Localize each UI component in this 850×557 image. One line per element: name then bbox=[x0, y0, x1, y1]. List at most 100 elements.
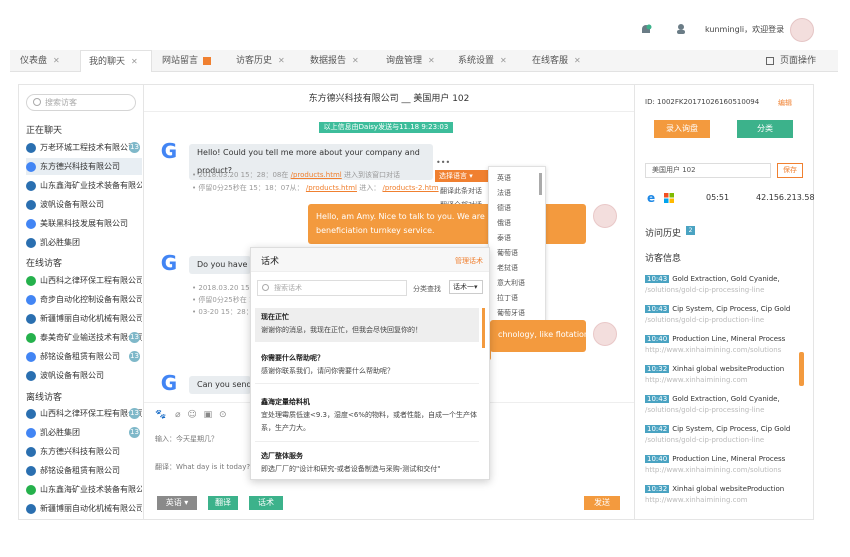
tab-system-settings[interactable]: 系统设置 ✕ bbox=[458, 50, 522, 72]
tab-visitor-history[interactable]: 访客历史 ✕ bbox=[236, 50, 300, 72]
language-option[interactable]: 老挝语 bbox=[497, 263, 518, 273]
visit-log-item[interactable]: 10:42 Cip System, Cip Process, Cip Gold/s… bbox=[645, 424, 805, 446]
language-option[interactable]: 英语 bbox=[497, 173, 511, 183]
phrase-item[interactable]: 选厂整体服务 即选厂厂的"设计和研究-或者设备制造与采购-测试和交付" bbox=[255, 448, 479, 478]
tab-dashboard[interactable]: 仪表盘 ✕ bbox=[20, 50, 76, 72]
phrases-button[interactable]: 话术 bbox=[249, 496, 283, 510]
paw-icon[interactable]: 🐾 bbox=[155, 410, 166, 420]
history-icon[interactable]: ⊙ bbox=[219, 410, 227, 420]
visitor-item[interactable]: 美联黑科技发展有限公司 bbox=[26, 215, 142, 232]
phrase-item[interactable]: 你需要什么帮助呢？ 感谢你联系我们，请问你需要什么帮助呢？ bbox=[255, 350, 479, 384]
language-option[interactable]: 泰语 bbox=[497, 233, 511, 243]
page-link[interactable]: /products.html bbox=[306, 184, 357, 192]
translate-this-option[interactable]: 翻译此条对话 bbox=[440, 186, 482, 197]
notification-icon[interactable] bbox=[640, 24, 652, 36]
language-option[interactable]: 法语 bbox=[497, 188, 511, 198]
edit-link[interactable]: 编辑 bbox=[778, 98, 792, 108]
more-icon[interactable]: ••• bbox=[436, 158, 450, 167]
language-option[interactable]: 德语 bbox=[497, 203, 511, 213]
phrase-item[interactable]: 现在正忙 谢谢你的消息，我现在正忙，但我会尽快回复你的！ bbox=[255, 308, 479, 342]
filter-select[interactable]: 话术一▾ bbox=[449, 280, 483, 294]
chevron-down-icon: ▾ bbox=[469, 172, 473, 180]
translate-preview[interactable]: 翻译：What day is it today? bbox=[155, 462, 250, 472]
send-button[interactable]: 发送 bbox=[584, 496, 620, 510]
attach-icon[interactable]: ⌀ bbox=[175, 410, 180, 420]
user-avatar[interactable] bbox=[790, 18, 814, 42]
translate-button[interactable]: 翻译 bbox=[208, 496, 238, 510]
language-option[interactable]: 葡萄牙语 bbox=[497, 308, 525, 318]
tab-my-chats[interactable]: 我的聊天 ✕ bbox=[80, 50, 152, 72]
visitor-name: 东方德兴科技有限公司 bbox=[40, 162, 120, 171]
phrase-item[interactable]: 鑫海定量给料机 宜处理霉质低速<9.3，湿度<6%的物料，或者性能，自成一个生产体… bbox=[255, 394, 479, 442]
tab-site-messages[interactable]: 网站留言 bbox=[162, 50, 222, 72]
close-icon[interactable]: ✕ bbox=[500, 56, 507, 65]
tab-inquiry-management[interactable]: 询盘管理 ✕ bbox=[386, 50, 450, 72]
manage-phrases-link[interactable]: 管理话术 bbox=[455, 256, 483, 266]
visit-log-item[interactable]: 10:43 Gold Extraction, Gold Cyanide, /solu… bbox=[645, 274, 805, 296]
visitor-item[interactable]: 奇步自动化控制设备有限公司 bbox=[26, 291, 142, 308]
language-option[interactable]: 拉丁语 bbox=[497, 293, 518, 303]
input-preview[interactable]: 输入：今天星期几？ bbox=[155, 434, 218, 444]
visitor-item[interactable]: 泰美奇矿业输送技术有限公司 13 bbox=[26, 329, 142, 346]
visitor-item[interactable]: 郝铭设备租赁有限公司 bbox=[26, 462, 142, 479]
image-icon[interactable]: ▣ bbox=[204, 410, 213, 420]
language-option[interactable]: 意大利语 bbox=[497, 278, 525, 288]
language-option[interactable]: 俄语 bbox=[497, 218, 511, 228]
page-link[interactable]: /products-2.htm bbox=[382, 184, 438, 192]
classify-button[interactable]: 分类 bbox=[737, 120, 793, 138]
log-url[interactable]: http://www.xinhaimining.com/solutions bbox=[645, 465, 805, 476]
visitor-item[interactable]: 万老环城工程技术有限公司 13 bbox=[26, 139, 142, 156]
visitor-item[interactable]: 波帆设备有限公司 bbox=[26, 367, 142, 384]
language-select-button[interactable]: 选择语言 ▾ bbox=[435, 170, 489, 182]
close-icon[interactable]: ✕ bbox=[53, 56, 60, 65]
close-icon[interactable]: ✕ bbox=[352, 56, 359, 65]
visitor-item[interactable]: 东方德兴科技有限公司 bbox=[26, 443, 142, 460]
visitor-item[interactable]: 郝铭设备租赁有限公司 13 bbox=[26, 348, 142, 365]
visitor-item[interactable]: 山东鑫海矿业技术装备有限公司 bbox=[26, 177, 142, 194]
phrase-search-input[interactable]: 搜索话术 bbox=[257, 280, 407, 296]
close-icon[interactable]: ✕ bbox=[574, 56, 581, 65]
page-operations[interactable]: 页面操作 bbox=[766, 50, 836, 72]
visit-log-item[interactable]: 10:43 Cip System, Cip Process, Cip Gold/s… bbox=[645, 304, 805, 326]
visitor-item[interactable]: 凯必胜集团 bbox=[26, 234, 142, 251]
log-url[interactable]: http://www.xinhaimining.com bbox=[645, 375, 805, 386]
log-url[interactable]: http://www.xinhaimining.com/solutions bbox=[645, 345, 805, 356]
visitor-item[interactable]: 新疆博丽自动化机械有限公司 bbox=[26, 500, 142, 517]
visitor-item[interactable]: 山西科之律环保工程有限公司 13 bbox=[26, 405, 142, 422]
enter-inquiry-button[interactable]: 录入询盘 bbox=[654, 120, 710, 138]
visit-log-item[interactable]: 10:32 Xinhai global websiteProduction http… bbox=[645, 364, 805, 386]
close-icon[interactable]: ✕ bbox=[278, 56, 285, 65]
visit-log-item[interactable]: 10:43 Gold Extraction, Gold Cyanide, /solu… bbox=[645, 394, 805, 416]
language-dropdown[interactable]: 英语 ▾ bbox=[157, 496, 197, 510]
visitor-item[interactable]: 波帆设备有限公司 bbox=[26, 196, 142, 213]
log-url[interactable]: http://www.xinhaimining.com bbox=[645, 495, 805, 506]
popup-scrollbar[interactable] bbox=[482, 308, 485, 348]
log-url[interactable]: /solutions/gold-cip-production-line bbox=[645, 315, 805, 326]
tab-data-report[interactable]: 数据报告 ✕ bbox=[310, 50, 374, 72]
scrollbar[interactable] bbox=[539, 173, 542, 195]
visitor-item[interactable]: 山东鑫海矿业技术装备有限公司 bbox=[26, 481, 142, 498]
service-icon[interactable] bbox=[675, 23, 687, 35]
page-link[interactable]: /products.html bbox=[291, 171, 342, 179]
language-option[interactable]: 葡萄语 bbox=[497, 248, 518, 258]
visitor-item[interactable]: 东方德兴科技有限公司 bbox=[26, 158, 142, 175]
visitor-item[interactable]: 山西科之律环保工程有限公司 bbox=[26, 272, 142, 289]
visitor-item[interactable]: 新疆博丽自动化机械有限公司 bbox=[26, 310, 142, 327]
emoji-icon[interactable]: ☺ bbox=[187, 410, 196, 420]
close-icon[interactable]: ✕ bbox=[131, 57, 138, 66]
visit-log-item[interactable]: 10:40 Production Line, Mineral Process htt… bbox=[645, 334, 805, 356]
log-scrollbar[interactable] bbox=[799, 352, 804, 386]
log-url[interactable]: /solutions/gold-cip-processing-line bbox=[645, 405, 805, 416]
log-time: 10:40 bbox=[645, 455, 670, 463]
visitor-name-input[interactable]: 美国用户 102 bbox=[645, 163, 771, 178]
log-url[interactable]: /solutions/gold-cip-processing-line bbox=[645, 285, 805, 296]
visit-log-item[interactable]: 10:40 Production Line, Mineral Process htt… bbox=[645, 454, 805, 476]
visitor-name: 万老环城工程技术有限公司 bbox=[40, 143, 136, 152]
visitor-item[interactable]: 凯必胜集团 13 bbox=[26, 424, 142, 441]
log-url[interactable]: /solutions/gold-cip-production-line bbox=[645, 435, 805, 446]
save-button[interactable]: 保存 bbox=[777, 163, 803, 178]
tab-online-service[interactable]: 在线客服 ✕ bbox=[532, 50, 596, 72]
close-icon[interactable]: ✕ bbox=[428, 56, 435, 65]
visit-log-item[interactable]: 10:32 Xinhai global websiteProduction http… bbox=[645, 484, 805, 506]
visitor-search-input[interactable]: 搜索访客 bbox=[26, 94, 136, 111]
